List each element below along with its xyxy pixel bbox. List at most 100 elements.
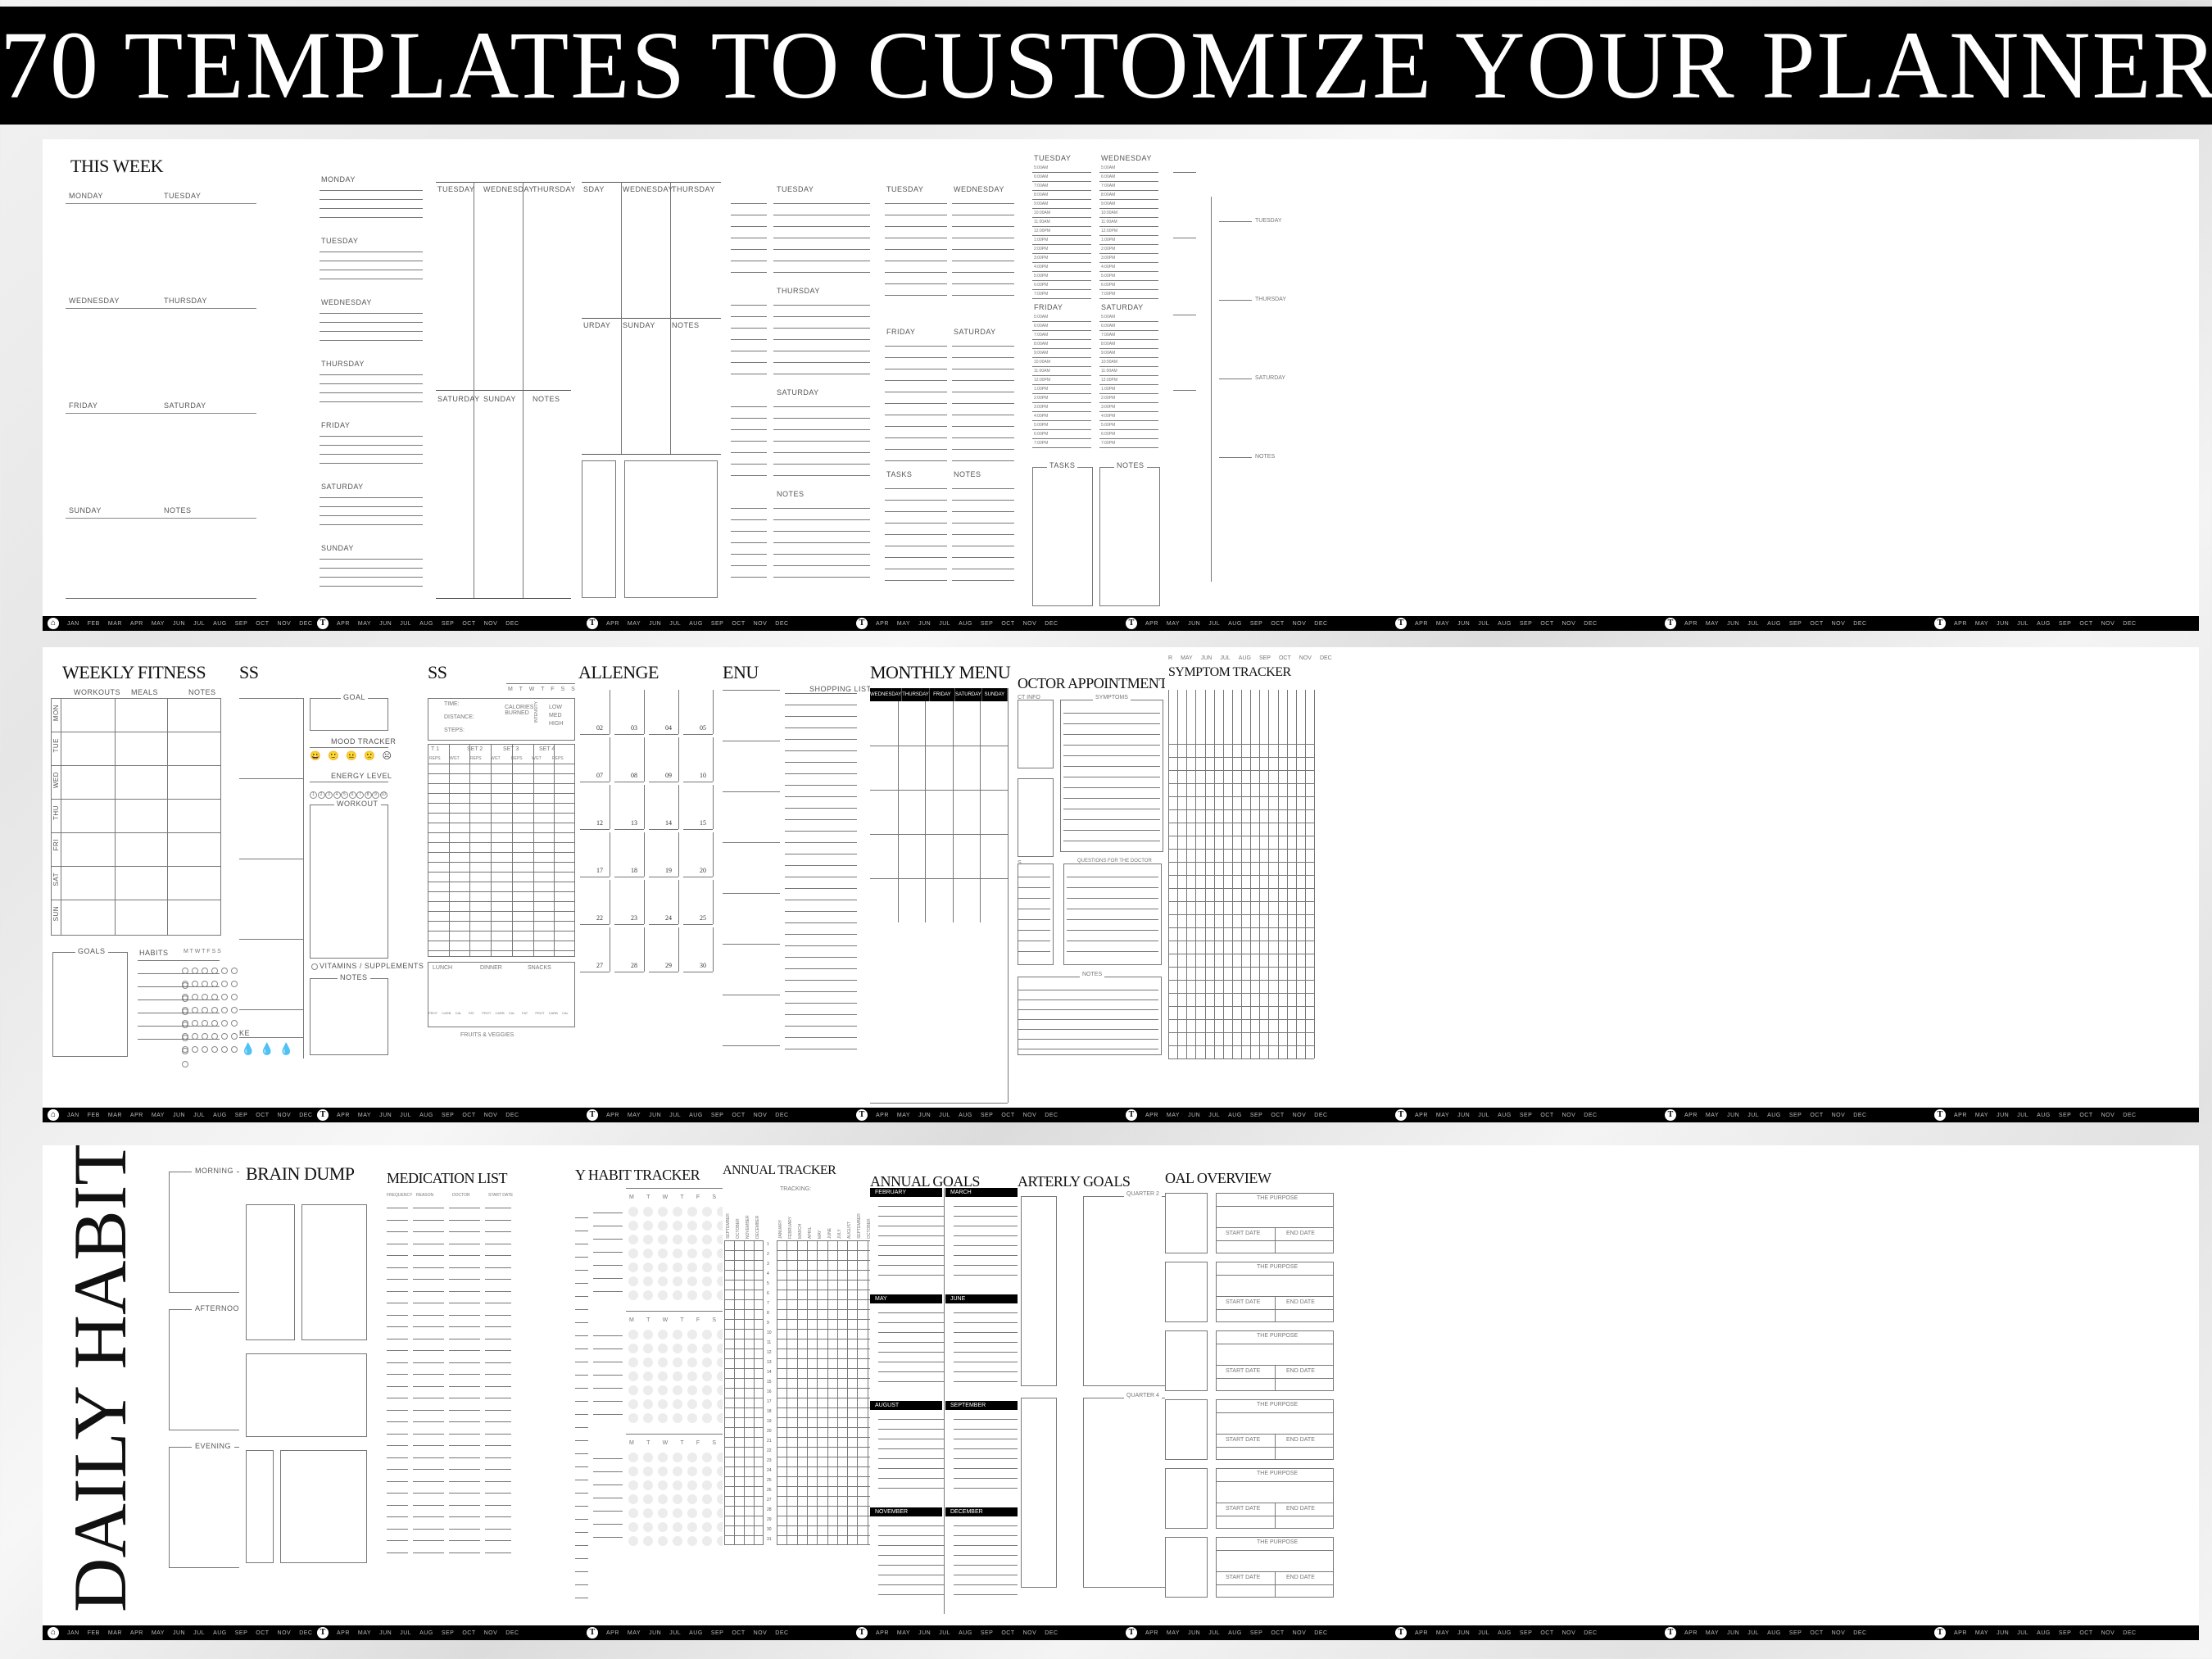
energy-option[interactable]: 9: [372, 791, 379, 799]
energy-option[interactable]: 8: [364, 791, 372, 799]
month-tab[interactable]: JUL: [2017, 621, 2028, 627]
month-tab[interactable]: DEC: [1045, 1630, 1058, 1636]
habit-dot[interactable]: [628, 1385, 638, 1395]
habit-dot[interactable]: [673, 1344, 682, 1353]
habit-dot[interactable]: [717, 1276, 723, 1286]
month-tab[interactable]: AUG: [213, 1113, 227, 1118]
month-tab[interactable]: DEC: [1584, 1113, 1597, 1118]
habit-dot[interactable]: [658, 1344, 668, 1353]
month-tab[interactable]: DEC: [1853, 1113, 1866, 1118]
habit-dot[interactable]: [717, 1235, 723, 1244]
energy-option[interactable]: 6: [348, 791, 356, 799]
month-tab[interactable]: JUN: [918, 1113, 931, 1118]
month-tab[interactable]: JUL: [2017, 1630, 2028, 1636]
habit-dot[interactable]: [717, 1522, 723, 1532]
month-tab[interactable]: OCT: [256, 1630, 269, 1636]
month-tab[interactable]: AUG: [419, 1113, 433, 1118]
month-tab[interactable]: JAN: [67, 621, 79, 627]
month-tab[interactable]: AUG: [1228, 1113, 1242, 1118]
month-tab[interactable]: APR: [876, 1113, 889, 1118]
habit-dot[interactable]: [673, 1494, 682, 1504]
month-tab[interactable]: APR: [1684, 1630, 1698, 1636]
month-tab[interactable]: JUN: [1457, 1630, 1470, 1636]
month-tab[interactable]: JUN: [1997, 1113, 2009, 1118]
month-tab[interactable]: NOV: [278, 621, 292, 627]
month-tab[interactable]: APR: [130, 1113, 143, 1118]
habit-dot[interactable]: [628, 1207, 638, 1217]
month-tab[interactable]: JUL: [1220, 655, 1230, 661]
habit-dot[interactable]: [702, 1221, 712, 1231]
month-tab[interactable]: JUN: [1188, 1630, 1200, 1636]
tab-icon[interactable]: T: [317, 1627, 329, 1639]
habit-dot[interactable]: [687, 1290, 697, 1300]
tab-icon[interactable]: T: [1665, 1627, 1676, 1639]
month-tab[interactable]: AUG: [959, 621, 972, 627]
habit-dot[interactable]: [643, 1536, 653, 1546]
month-tab[interactable]: AUG: [1228, 1630, 1242, 1636]
month-tab[interactable]: AUG: [1767, 1113, 1781, 1118]
month-tab[interactable]: DEC: [1853, 1630, 1866, 1636]
month-tab[interactable]: AUG: [2037, 1113, 2051, 1118]
month-tab[interactable]: MAY: [1167, 1630, 1180, 1636]
month-tab[interactable]: MAR: [108, 1113, 122, 1118]
habit-dot[interactable]: [687, 1330, 697, 1339]
month-tab[interactable]: APR: [876, 621, 889, 627]
month-tab[interactable]: JUN: [1201, 655, 1213, 661]
habit-checkbox[interactable]: [211, 1046, 218, 1053]
month-tab[interactable]: JUL: [1208, 1113, 1220, 1118]
month-tab[interactable]: NOV: [1023, 1113, 1037, 1118]
month-tab[interactable]: JUN: [379, 1113, 392, 1118]
habit-dot[interactable]: [702, 1262, 712, 1272]
month-tab[interactable]: JUN: [918, 621, 931, 627]
habit-dot[interactable]: [658, 1466, 668, 1476]
tab-icon[interactable]: T: [317, 618, 329, 629]
month-tab[interactable]: OCT: [732, 1630, 745, 1636]
habit-dot[interactable]: [717, 1480, 723, 1490]
tab-icon[interactable]: T: [1126, 1109, 1137, 1121]
habit-dot[interactable]: [717, 1494, 723, 1504]
month-tab[interactable]: NOV: [2101, 621, 2115, 627]
tab-icon[interactable]: T: [317, 1109, 329, 1121]
tab-icon[interactable]: T: [587, 618, 598, 629]
habit-dot[interactable]: [717, 1358, 723, 1367]
month-tab[interactable]: OCT: [1540, 621, 1553, 627]
month-tab[interactable]: JUL: [1478, 1113, 1489, 1118]
month-tab[interactable]: SEP: [235, 1113, 248, 1118]
habit-dot[interactable]: [628, 1536, 638, 1546]
habit-checkbox[interactable]: [192, 1046, 198, 1053]
habit-dot[interactable]: [658, 1262, 668, 1272]
habit-dot[interactable]: [643, 1480, 653, 1490]
month-tab[interactable]: SEP: [711, 1630, 724, 1636]
month-tab[interactable]: MAY: [358, 621, 371, 627]
habit-dot[interactable]: [687, 1508, 697, 1518]
habit-dot[interactable]: [643, 1466, 653, 1476]
habit-dot[interactable]: [673, 1413, 682, 1423]
month-tab[interactable]: SEP: [1250, 621, 1263, 627]
month-tab[interactable]: NOV: [1562, 1113, 1576, 1118]
month-tab[interactable]: JUN: [379, 621, 392, 627]
habit-dot[interactable]: [702, 1480, 712, 1490]
habit-dot[interactable]: [628, 1276, 638, 1286]
habit-dot[interactable]: [628, 1235, 638, 1244]
month-tab[interactable]: DEC: [299, 621, 312, 627]
habit-dot[interactable]: [702, 1413, 712, 1423]
month-tab[interactable]: APR: [337, 1630, 350, 1636]
habit-dot[interactable]: [687, 1235, 697, 1244]
month-tab[interactable]: JUN: [918, 1630, 931, 1636]
energy-option[interactable]: 5: [341, 791, 348, 799]
habit-dot[interactable]: [687, 1358, 697, 1367]
habit-dot[interactable]: [702, 1207, 712, 1217]
habit-checkbox[interactable]: [231, 968, 238, 974]
tab-icon[interactable]: T: [1395, 618, 1407, 629]
habit-checkbox[interactable]: [221, 1007, 228, 1013]
home-icon[interactable]: ⌂: [48, 1627, 59, 1639]
month-tab[interactable]: APR: [1145, 1630, 1158, 1636]
habit-dot[interactable]: [702, 1453, 712, 1462]
month-tab[interactable]: JUL: [669, 621, 681, 627]
habit-dot[interactable]: [643, 1207, 653, 1217]
month-tab[interactable]: SEP: [442, 1630, 455, 1636]
month-tab[interactable]: SEP: [711, 1113, 724, 1118]
habit-dot[interactable]: [658, 1508, 668, 1518]
month-tab[interactable]: OCT: [256, 1113, 269, 1118]
month-tab[interactable]: JUL: [2017, 1113, 2028, 1118]
